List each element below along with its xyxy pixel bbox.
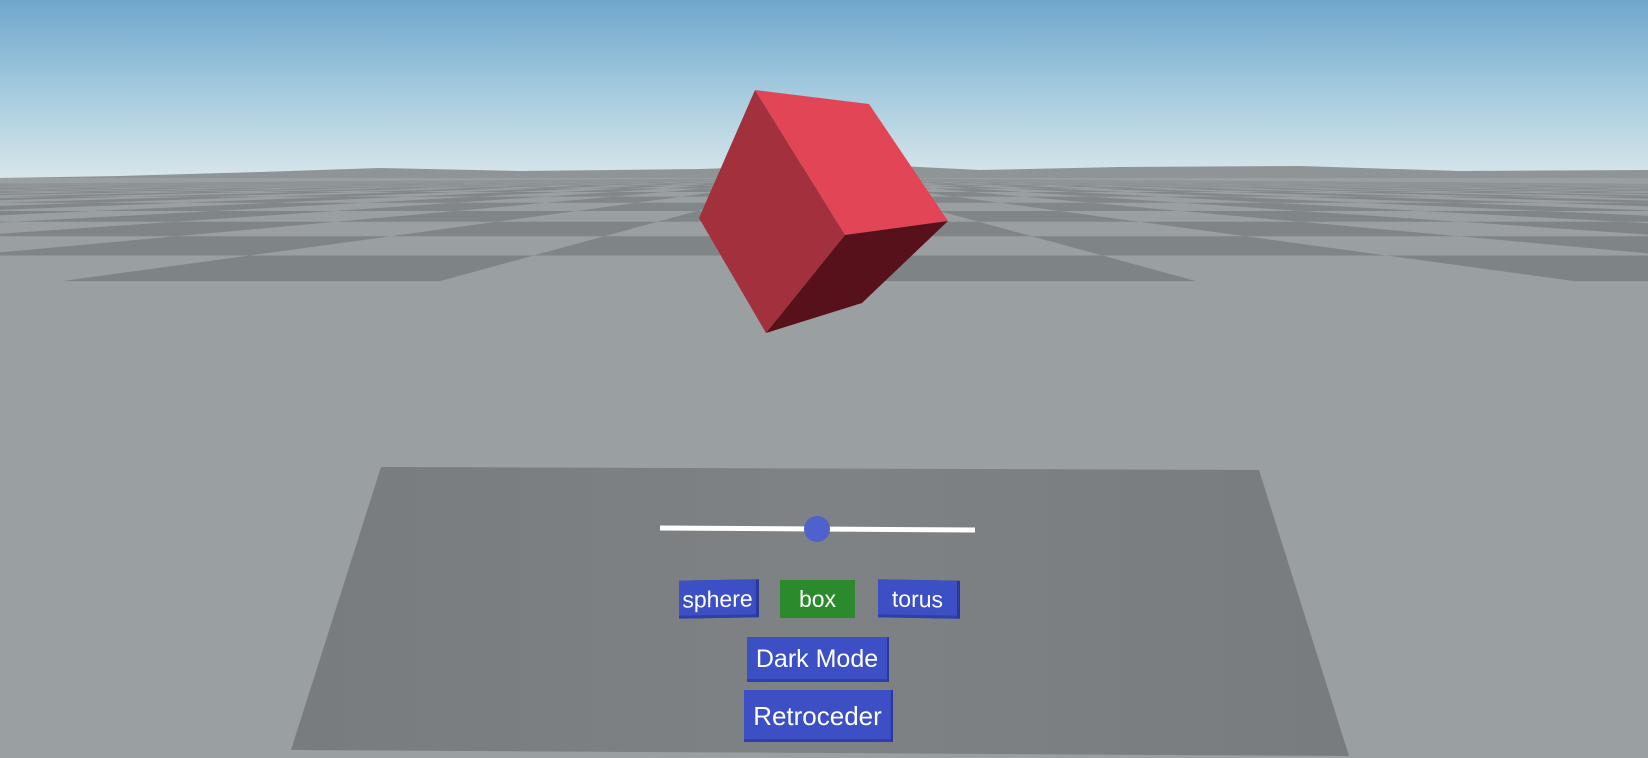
sphere-button[interactable]: sphere [679, 579, 756, 619]
box-button[interactable]: box [780, 580, 855, 618]
box-button-label: box [798, 585, 837, 612]
back-button[interactable]: Retroceder [744, 690, 891, 742]
sphere-button-label: sphere [682, 584, 753, 613]
dark-mode-button[interactable]: Dark Mode [747, 637, 887, 682]
torus-button[interactable]: torus [878, 579, 957, 619]
back-button-label: Retroceder [753, 700, 882, 731]
torus-button-label: torus [891, 585, 944, 612]
slider-thumb[interactable] [804, 516, 830, 542]
dark-mode-button-label: Dark Mode [755, 645, 879, 673]
